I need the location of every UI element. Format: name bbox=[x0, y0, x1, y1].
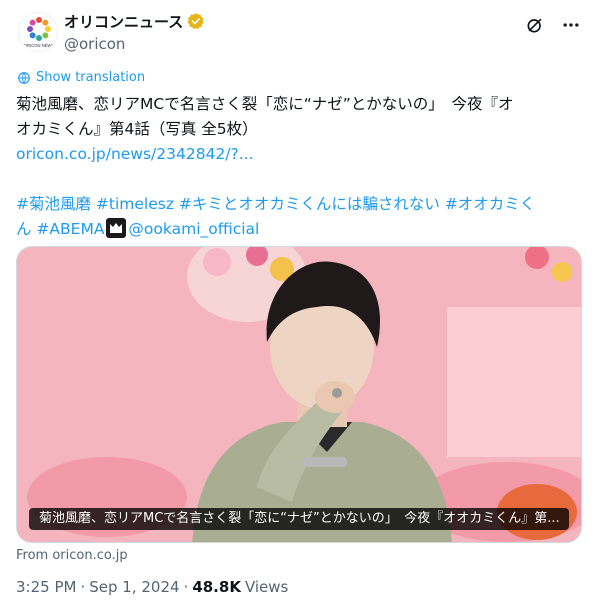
tweet-text-line: 菊池風磨、恋リアMCで名言さく裂「恋に“ナゼ”とかないの」 今夜『オ bbox=[16, 95, 514, 113]
tweet-text: 菊池風磨、恋リアMCで名言さく裂「恋に“ナゼ”とかないの」 今夜『オ オカミくん… bbox=[16, 92, 584, 242]
tweet-time[interactable]: 3:25 PM bbox=[16, 578, 76, 596]
tweet-meta: 3:25 PM · Sep 1, 2024 · 48.8K Views bbox=[16, 578, 288, 596]
tweet-date[interactable]: Sep 1, 2024 bbox=[89, 578, 179, 596]
show-translation-label: Show translation bbox=[36, 70, 146, 85]
oricon-logo-icon: ORICON NEWS bbox=[24, 17, 55, 48]
tweet-text-line: オカミくん』第4話（写真 全5枚） bbox=[16, 120, 258, 138]
globe-icon bbox=[18, 71, 30, 84]
media-card[interactable]: 菊池風磨、恋リアMCで名言さく裂「恋に“ナゼ”とかないの」 今夜『オオカミくん』… bbox=[16, 246, 582, 543]
tweet-header: ORICON NEWS オリコンニュース @oricon bbox=[16, 10, 582, 58]
verified-badge-icon[interactable] bbox=[187, 12, 205, 30]
avatar[interactable]: ORICON NEWS bbox=[18, 12, 58, 52]
meta-separator: · bbox=[183, 578, 189, 596]
source-link[interactable]: From oricon.co.jp bbox=[16, 548, 128, 563]
handle[interactable]: @oricon bbox=[64, 35, 205, 53]
show-translation-button[interactable]: Show translation bbox=[17, 70, 145, 85]
svg-text:ORICON NEWS: ORICON NEWS bbox=[24, 43, 55, 48]
hashtags-line[interactable]: #菊池風磨 #timelesz #キミとオオカミくんには騙されない #オオカミく bbox=[16, 192, 584, 217]
wolf-emoji-icon bbox=[106, 218, 127, 238]
media-image bbox=[17, 247, 581, 542]
more-options-icon[interactable] bbox=[560, 14, 582, 36]
grok-icon[interactable] bbox=[524, 14, 546, 36]
display-name[interactable]: オリコンニュース bbox=[64, 11, 183, 32]
meta-separator: · bbox=[80, 578, 86, 596]
views-count: 48.8K bbox=[192, 578, 241, 596]
mention-link[interactable]: @ookami_official bbox=[128, 220, 259, 238]
media-caption: 菊池風磨、恋リアMCで名言さく裂「恋に“ナゼ”とかないの」 今夜『オオカミくん』… bbox=[29, 508, 569, 530]
article-link[interactable]: oricon.co.jp/news/2342842/?... bbox=[16, 145, 254, 163]
views-label: Views bbox=[244, 578, 289, 596]
hashtags-line[interactable]: ん #ABEMA bbox=[16, 220, 104, 238]
